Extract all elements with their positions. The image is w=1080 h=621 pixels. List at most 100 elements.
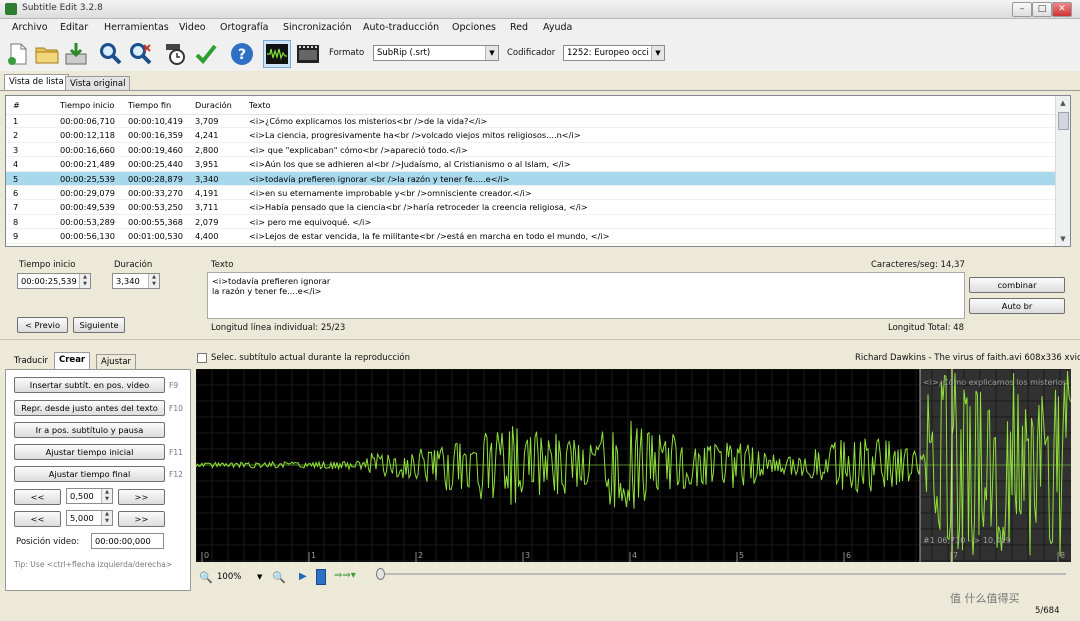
- play-icon[interactable]: ▶: [299, 571, 307, 582]
- table-row[interactable]: 6 00:00:29,079 00:00:33,270 4,191 <i>en su e…: [6, 186, 1056, 201]
- row-end: 00:00:53,250: [128, 202, 184, 213]
- subtitle-list[interactable]: # Tiempo inicio Tiempo fin Duración Text…: [5, 95, 1071, 247]
- col-end[interactable]: Tiempo fin: [128, 96, 171, 114]
- fast-forward-icon[interactable]: ⇒⇒▾: [334, 570, 356, 581]
- row-duration: 3,951: [195, 159, 219, 170]
- table-row[interactable]: 9 00:00:56,130 00:01:00,530 4,400 <i>Lejos d…: [6, 229, 1056, 244]
- row-text: <i>La ciencia, progresivamente ha<br />v…: [249, 130, 581, 141]
- tab-source-view[interactable]: Vista original: [65, 76, 131, 91]
- spinner-icon[interactable]: ▲ ▼: [101, 511, 112, 525]
- menu-ortografia[interactable]: Ortografía: [220, 22, 268, 33]
- menu-red[interactable]: Red: [510, 22, 528, 33]
- next-button[interactable]: Siguiente: [73, 317, 125, 333]
- spinner-icon[interactable]: ▲ ▼: [79, 274, 90, 288]
- video-position-field[interactable]: 00:00:00,000: [91, 533, 164, 549]
- back-small-button[interactable]: <<: [14, 489, 61, 505]
- col-text[interactable]: Texto: [249, 96, 271, 114]
- fix-timing-icon[interactable]: [162, 40, 190, 68]
- play-before-text-button[interactable]: Repr. desde justo antes del texto: [14, 400, 165, 416]
- col-start[interactable]: Tiempo inicio: [60, 96, 114, 114]
- set-start-time-button[interactable]: Ajustar tiempo inicial: [14, 444, 165, 460]
- table-row[interactable]: 7 00:00:49,539 00:00:53,250 3,711 <i>Había p…: [6, 200, 1056, 215]
- scroll-up-icon[interactable]: ▲: [1056, 96, 1070, 110]
- goto-subtitle-pause-button[interactable]: Ir a pos. subtítulo y pausa: [14, 422, 165, 438]
- minimize-button[interactable]: –: [1012, 2, 1032, 17]
- line-length: Longitud línea individual: 25/23: [211, 323, 346, 333]
- save-icon[interactable]: [62, 40, 90, 68]
- timeline-tick-label: 4: [632, 551, 637, 560]
- menu-auto-traduccion[interactable]: Auto-traducción: [363, 22, 439, 33]
- open-folder-icon[interactable]: [33, 40, 61, 68]
- row-number: 5: [13, 173, 19, 184]
- table-row[interactable]: 1 00:00:06,710 00:00:10,419 3,709 <i>¿Cómo e…: [6, 114, 1056, 129]
- zoom-out-icon[interactable]: 🔍: [199, 571, 213, 584]
- find-icon[interactable]: [97, 40, 125, 68]
- insert-subtitle-button[interactable]: Insertar subtít. en pos. video: [14, 377, 165, 393]
- waveform-view[interactable]: 0 1 2 3 4 5 6 7 8 <i>¿Cómo explicamos los mister…: [196, 369, 1071, 562]
- encoding-select[interactable]: 1252: Europeo occi ▼: [563, 45, 665, 61]
- waveform-icon[interactable]: [263, 40, 291, 68]
- duration-field[interactable]: 3,340 ▲ ▼: [112, 273, 160, 289]
- video-icon[interactable]: [294, 40, 322, 68]
- menu-video[interactable]: Video: [179, 22, 206, 33]
- back-large-button[interactable]: <<: [14, 511, 61, 527]
- row-duration: 3,709: [195, 116, 219, 126]
- table-row[interactable]: 5 00:00:25,539 00:00:28,879 3,340 <i>todavía…: [6, 171, 1056, 186]
- tab-create[interactable]: Crear: [54, 352, 91, 369]
- scroll-down-icon[interactable]: ▼: [1056, 232, 1070, 246]
- subtitle-text-editor[interactable]: <i>todavía prefieren ignorar la razón y …: [207, 272, 965, 319]
- table-row[interactable]: 4 00:00:21,489 00:00:25,440 3,951 <i>Aún los…: [6, 157, 1056, 172]
- scroll-thumb[interactable]: [1058, 112, 1069, 130]
- timeline-tick-label: 7: [953, 551, 958, 560]
- shortcut-f12: F12: [169, 470, 183, 479]
- forward-large-button[interactable]: >>: [118, 511, 165, 527]
- menu-archivo[interactable]: Archivo: [12, 22, 48, 33]
- start-time-field[interactable]: 00:00:25,539 ▲ ▼: [17, 273, 91, 289]
- tab-translate[interactable]: Traducir: [10, 354, 52, 369]
- table-row[interactable]: 2 00:00:12,118 00:00:16,359 4,241 <i>La cien…: [6, 128, 1056, 143]
- shortcut-f9: F9: [169, 381, 179, 390]
- new-file-icon[interactable]: [4, 40, 32, 68]
- table-row[interactable]: 8 00:00:53,289 00:00:55,368 2,079 <i> pero m…: [6, 215, 1056, 230]
- menu-opciones[interactable]: Opciones: [452, 22, 496, 33]
- spinner-icon[interactable]: ▲ ▼: [148, 274, 159, 288]
- window-title: Subtitle Edit 3.2.8: [22, 3, 103, 13]
- maximize-button[interactable]: □: [1032, 2, 1052, 17]
- forward-small-button[interactable]: >>: [118, 489, 165, 505]
- position-slider-handle[interactable]: [376, 568, 385, 580]
- list-scrollbar[interactable]: ▲ ▼: [1055, 96, 1070, 246]
- step-small-field[interactable]: 0,500 ▲ ▼: [66, 488, 113, 504]
- replace-icon[interactable]: [127, 40, 155, 68]
- tab-adjust[interactable]: Ajustar: [96, 354, 137, 369]
- row-number: 9: [13, 231, 19, 242]
- spinner-icon[interactable]: ▲ ▼: [101, 489, 112, 503]
- menu-editar[interactable]: Editar: [60, 22, 88, 33]
- row-text: <i>en su eternamente improbable y<br />o…: [249, 188, 532, 198]
- help-icon[interactable]: ?: [228, 40, 256, 68]
- format-select[interactable]: SubRip (.srt) ▼: [373, 45, 499, 61]
- menu-sincronizacion[interactable]: Sincronización: [283, 22, 352, 33]
- start-time-value: 00:00:25,539: [21, 276, 77, 286]
- menu-herramientas[interactable]: Herramientas: [104, 22, 169, 33]
- title-bar: Subtitle Edit 3.2.8 – □ ✕: [0, 0, 1080, 19]
- close-button[interactable]: ✕: [1052, 2, 1072, 17]
- set-end-time-button[interactable]: Ajustar tiempo final: [14, 466, 165, 482]
- col-number[interactable]: #: [13, 96, 20, 114]
- tab-list-view[interactable]: Vista de lista: [4, 74, 69, 91]
- zoom-in-icon[interactable]: 🔍: [272, 571, 286, 584]
- combine-button[interactable]: combinar: [969, 277, 1065, 293]
- pause-icon[interactable]: [316, 569, 326, 585]
- col-duration[interactable]: Duración: [195, 96, 232, 114]
- step-large-field[interactable]: 5,000 ▲ ▼: [66, 510, 113, 526]
- previous-button[interactable]: < Previo: [17, 317, 68, 333]
- position-track[interactable]: [376, 573, 1066, 575]
- format-value: SubRip (.srt): [377, 48, 431, 58]
- row-number: 2: [13, 130, 19, 141]
- auto-br-button[interactable]: Auto br: [969, 298, 1065, 314]
- row-text: <i>¿Cómo explicamos los misterios<br />d…: [249, 116, 488, 126]
- follow-subtitle-checkbox[interactable]: [197, 353, 207, 363]
- check-icon[interactable]: [192, 40, 220, 68]
- zoom-select[interactable]: 100% ▼: [214, 570, 264, 586]
- table-row[interactable]: 3 00:00:16,660 00:00:19,460 2,800 <i> que "e…: [6, 143, 1056, 158]
- menu-ayuda[interactable]: Ayuda: [543, 22, 572, 33]
